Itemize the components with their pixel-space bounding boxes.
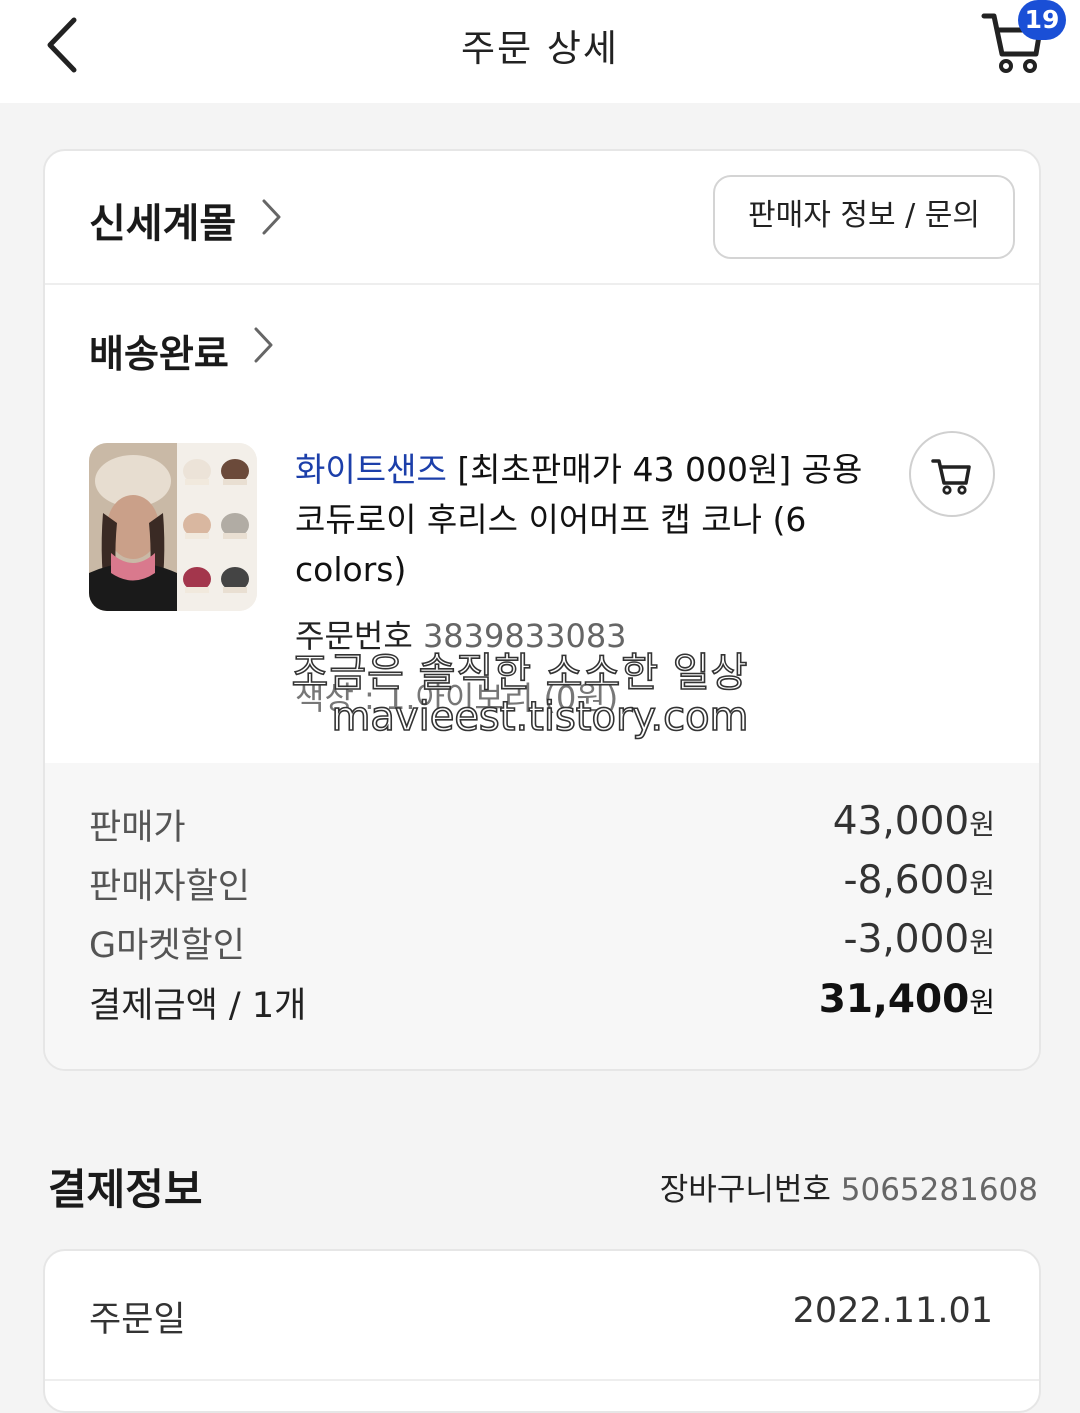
payment-card: 주문일 2022.11.01 xyxy=(43,1249,1041,1413)
price-unit: 원 xyxy=(969,926,995,959)
top-app-bar: 주문 상세 19 xyxy=(0,0,1080,103)
cart-count-badge: 19 xyxy=(1018,0,1066,40)
price-value: -3,000원 xyxy=(844,917,996,962)
price-label: 결제금액 / 1개 xyxy=(89,986,307,1026)
cart-number: 장바구니번호 5065281608 xyxy=(660,1164,1038,1209)
price-unit: 원 xyxy=(969,867,995,900)
product-title-link[interactable]: 화이트샌즈 [최초판매가 43 000원] 공용 코듀로이 후리스 이어머프 캡… xyxy=(295,445,885,595)
order-date-value: 2022.11.01 xyxy=(792,1291,993,1331)
price-row-sale: 판매가 43,000원 xyxy=(89,799,995,855)
price-breakdown: 판매가 43,000원 판매자할인 -8,600원 G마켓할인 -3,000원 … xyxy=(45,763,1039,1069)
cart-number-label: 장바구니번호 xyxy=(659,1172,831,1208)
price-row-seller-discount: 판매자할인 -8,600원 xyxy=(89,858,995,914)
order-date-row: 주문일 2022.11.01 xyxy=(89,1291,993,1341)
payment-section-title: 결제정보 xyxy=(48,1165,203,1214)
cart-number-value: 5065281608 xyxy=(840,1172,1038,1208)
add-to-cart-button[interactable] xyxy=(909,431,995,517)
order-number-value: 3839833083 xyxy=(422,617,627,655)
price-value: -8,600원 xyxy=(844,858,996,903)
price-label: 판매가 xyxy=(89,808,186,848)
divider xyxy=(45,1379,1039,1381)
price-amount: 43,000 xyxy=(832,799,970,844)
store-row: 신세계몰 판매자 정보 / 문의 xyxy=(45,151,1039,285)
price-amount: -3,000 xyxy=(843,917,970,962)
order-number-label: 주문번호 xyxy=(295,617,413,655)
product-option: 색상 : 1.아이보리 (0원) xyxy=(295,679,619,717)
price-amount: -8,600 xyxy=(843,858,970,903)
price-amount: 31,400 xyxy=(818,977,970,1022)
chevron-right-icon xyxy=(262,199,281,235)
price-row-gmarket-discount: G마켓할인 -3,000원 xyxy=(89,917,995,973)
price-label: 판매자할인 xyxy=(89,867,251,907)
page-title: 주문 상세 xyxy=(461,27,619,70)
price-value: 31,400원 xyxy=(819,977,995,1022)
chevron-right-icon xyxy=(254,327,273,363)
seller-info-button[interactable]: 판매자 정보 / 문의 xyxy=(713,175,1015,259)
price-label: G마켓할인 xyxy=(89,926,245,966)
product-hat-image xyxy=(89,443,257,611)
product-thumbnail[interactable] xyxy=(89,443,257,611)
order-card: 신세계몰 판매자 정보 / 문의 배송완료 화이트샌즈 [최초판매가 43 00… xyxy=(43,149,1041,1071)
order-date-label: 주문일 xyxy=(89,1300,186,1340)
price-unit: 원 xyxy=(969,986,995,1019)
delivery-status-link[interactable]: 배송완료 xyxy=(89,323,229,378)
order-number: 주문번호 3839833083 xyxy=(295,611,627,657)
store-name-link[interactable]: 신세계몰 xyxy=(89,191,236,249)
price-row-total: 결제금액 / 1개 31,400원 xyxy=(89,977,995,1033)
price-unit: 원 xyxy=(969,808,995,841)
price-value: 43,000원 xyxy=(833,799,995,844)
cart-icon xyxy=(931,459,971,495)
product-brand: 화이트샌즈 xyxy=(295,450,447,489)
